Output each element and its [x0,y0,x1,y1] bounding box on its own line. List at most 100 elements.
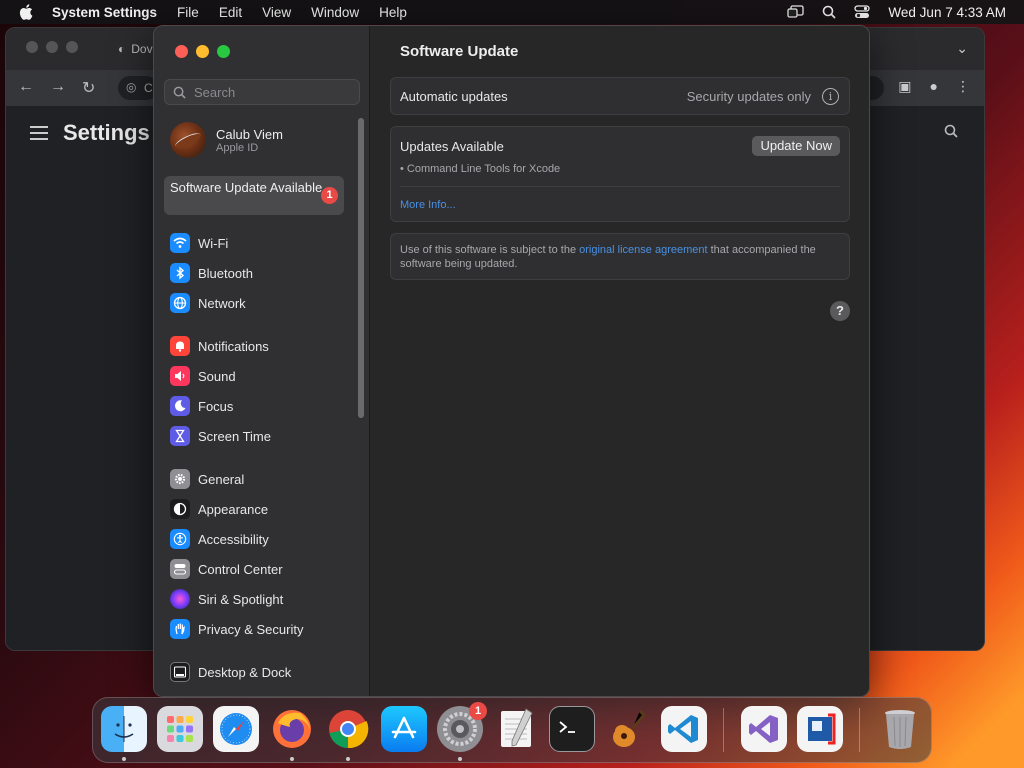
zoom-window-button[interactable] [217,45,230,58]
sidebar-item-label: Appearance [198,501,269,517]
license-text: Use of this software is subject to the o… [400,243,845,271]
screen-mirroring-icon[interactable] [787,5,805,19]
search-icon[interactable] [944,124,958,138]
control-center-icon[interactable] [854,5,871,19]
sidebar-item-wifi[interactable]: Wi-Fi [170,232,228,254]
sidebar-item-label: General [198,471,245,487]
update-package-item: • Command Line Tools for Xcode [400,163,561,175]
finder-icon[interactable] [101,706,147,752]
menu-bar: System Settings File Edit View Window He… [0,0,1024,24]
parallels-icon[interactable] [797,706,843,752]
license-agreement-link[interactable]: original license agreement [579,244,707,256]
sidebar-item-bluetooth[interactable]: Bluetooth [170,262,253,284]
sidebar-item-label: Accessibility [198,531,269,547]
sidebar-item-appearance[interactable]: Appearance [170,498,268,520]
sidebar-item-label: Control Center [198,561,283,577]
divider [400,186,840,187]
update-now-button[interactable]: Update Now [752,136,840,156]
running-indicator [346,757,350,761]
scrollbar-thumb[interactable] [358,118,364,418]
menu-edit[interactable]: Edit [219,5,242,20]
sidebar-item-label: Focus [198,398,234,414]
chrome-site-icon: ◎ [126,80,137,94]
sidebar-item-label: Notifications [198,338,269,354]
launchpad-icon[interactable] [157,706,203,752]
running-indicator [290,757,294,761]
forward-arrow-icon[interactable]: → [50,78,66,98]
sidebar-item-label: Wi-Fi [198,235,229,251]
visual-studio-icon[interactable] [741,706,787,752]
search-input[interactable] [194,84,354,100]
safari-icon[interactable] [213,706,259,752]
menu-clock[interactable]: Wed Jun 7 4:33 AM [888,5,1006,20]
browser-tab-title: Dov [131,42,153,56]
license-text-pre: Use of this software is subject to the [400,244,580,256]
running-indicator [122,757,126,761]
profile-icon[interactable]: ● [930,78,938,95]
hamburger-menu-icon[interactable] [30,126,48,144]
sidebar-item-label: Network [198,295,246,311]
sidebar-item-network[interactable]: Network [170,292,246,314]
menu-window[interactable]: Window [311,5,359,20]
sidebar-item-accessibility[interactable]: Accessibility [170,528,269,550]
sidebar-item-siri-spotlight[interactable]: Siri & Spotlight [170,588,283,610]
automatic-updates-label: Automatic updates [400,89,508,104]
gear-icon [170,469,190,489]
sidebar-item-notifications[interactable]: Notifications [170,335,269,357]
hand-icon [170,619,190,639]
info-icon[interactable]: i [822,88,839,105]
window-controls [175,45,230,58]
menu-app-name[interactable]: System Settings [52,5,157,20]
sidebar-item-focus[interactable]: Focus [170,395,233,417]
textedit-icon[interactable] [493,706,539,752]
sidebar-item-general[interactable]: General [170,468,244,490]
dock-separator [859,708,860,752]
trash-icon[interactable] [877,706,923,752]
minimize-window-button[interactable] [196,45,209,58]
sidebar-item-desktop-dock[interactable]: Desktop & Dock [170,661,291,683]
toggles-icon [170,559,190,579]
app-store-icon[interactable] [381,706,427,752]
sidebar-item-control-center[interactable]: Control Center [170,558,283,580]
browser-settings-title: Settings [63,120,150,145]
terminal-icon[interactable] [549,706,595,752]
dock-separator [723,708,724,752]
sidebar-item-privacy-security[interactable]: Privacy & Security [170,618,303,640]
garageband-icon[interactable] [605,706,651,752]
side-panel-icon[interactable]: ▣ [898,78,911,95]
dock-icon [170,662,190,682]
dock: 1 [92,697,932,763]
address-bar[interactable]: ◎ C [118,76,158,100]
chrome-icon[interactable] [325,706,371,752]
siri-icon [170,589,190,609]
apple-logo-icon[interactable] [18,3,36,21]
close-window-button[interactable] [175,45,188,58]
bell-icon [170,336,190,356]
menu-view[interactable]: View [262,5,291,20]
chevron-down-icon[interactable]: ⌄ [956,40,968,57]
browser-tab[interactable]: ◐ Dov [118,42,153,56]
settings-notification-badge: 1 [469,702,487,720]
sidebar-scrollbar[interactable] [358,118,364,418]
sidebar-item-software-update[interactable]: Software Update Available 1 [164,176,344,215]
kebab-menu-icon[interactable]: ⋮ [956,78,970,95]
spotlight-search-icon[interactable] [822,5,837,19]
firefox-icon[interactable] [269,706,315,752]
reload-icon[interactable]: ↻ [82,78,95,98]
apple-id-account[interactable]: Calub Viem Apple ID [170,122,283,158]
sidebar-item-label: Bluetooth [198,265,253,281]
update-count-badge: 1 [321,187,338,204]
avatar [170,122,206,158]
back-arrow-icon[interactable]: ← [18,78,34,98]
menu-file[interactable]: File [177,5,199,20]
automatic-updates-value: Security updates only [686,89,811,104]
more-info-link[interactable]: More Info... [400,199,456,211]
sidebar: Calub Viem Apple ID Software Update Avai… [154,26,370,696]
menu-help[interactable]: Help [379,5,407,20]
updates-available-card: Updates Available Update Now • Command L… [390,126,850,222]
sidebar-item-sound[interactable]: Sound [170,365,236,387]
help-button[interactable]: ? [830,301,850,321]
system-settings-icon[interactable]: 1 [437,702,487,752]
sidebar-item-screen-time[interactable]: Screen Time [170,425,271,447]
vscode-icon[interactable] [661,706,707,752]
